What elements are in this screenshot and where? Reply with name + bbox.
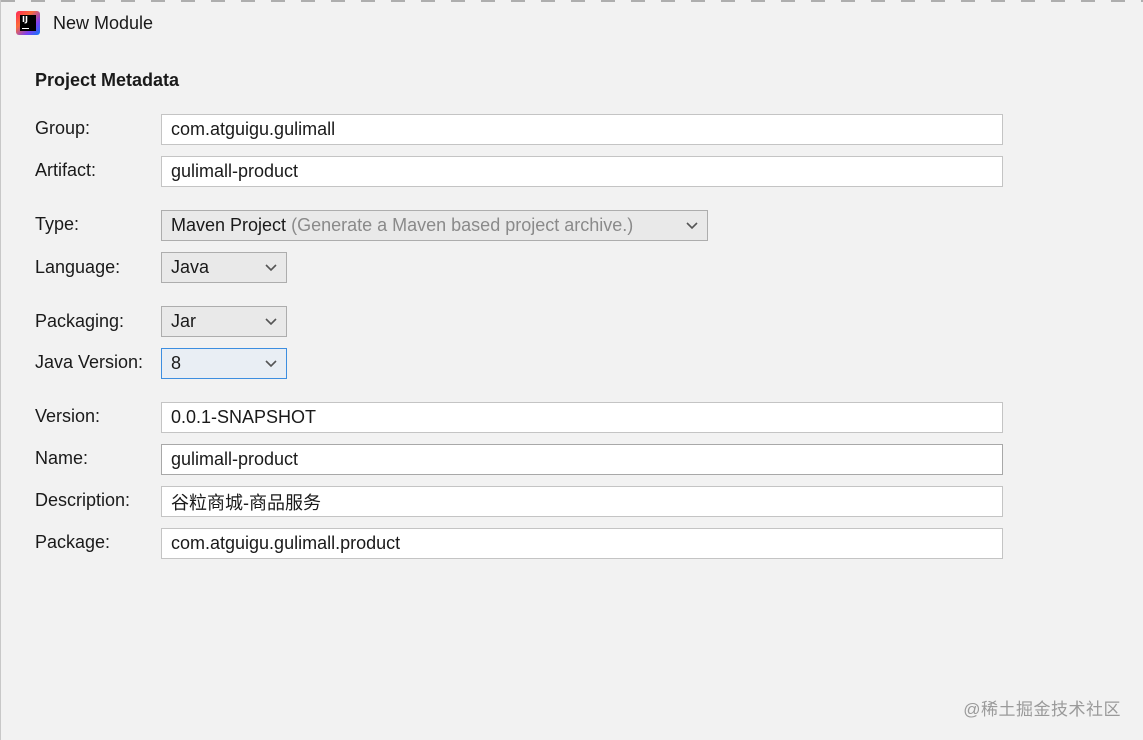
packaging-selected-value: Jar bbox=[171, 311, 197, 331]
package-input[interactable] bbox=[161, 528, 1003, 559]
description-label: Description: bbox=[35, 490, 131, 510]
section-title: Project Metadata bbox=[35, 70, 180, 90]
java-version-label: Java Version: bbox=[35, 352, 144, 372]
language-dropdown[interactable]: Java bbox=[161, 252, 287, 283]
java-version-dropdown[interactable]: 8 bbox=[161, 348, 287, 379]
type-selected-value: Maven Project bbox=[171, 215, 287, 235]
chevron-down-icon bbox=[265, 360, 277, 368]
java-version-selected-value: 8 bbox=[171, 353, 182, 373]
chevron-down-icon bbox=[265, 318, 277, 326]
name-input[interactable] bbox=[161, 444, 1003, 475]
type-hint: (Generate a Maven based project archive.… bbox=[291, 215, 634, 235]
window-title: New Module bbox=[53, 13, 154, 33]
title-bar: IJ New Module bbox=[1, 2, 1143, 46]
packaging-dropdown[interactable]: Jar bbox=[161, 306, 287, 337]
version-label: Version: bbox=[35, 406, 101, 426]
group-input[interactable] bbox=[161, 114, 1003, 145]
new-module-dialog: IJ New Module Project Metadata Group: Ar… bbox=[0, 0, 1143, 740]
language-selected-value: Java bbox=[171, 257, 210, 277]
description-input[interactable] bbox=[161, 486, 1003, 517]
chevron-down-icon bbox=[265, 264, 277, 272]
package-label: Package: bbox=[35, 532, 111, 552]
artifact-input[interactable] bbox=[161, 156, 1003, 187]
packaging-label: Packaging: bbox=[35, 311, 125, 331]
type-label: Type: bbox=[35, 214, 80, 234]
language-label: Language: bbox=[35, 257, 121, 277]
name-label: Name: bbox=[35, 448, 89, 468]
type-dropdown[interactable]: Maven Project (Generate a Maven based pr… bbox=[161, 210, 708, 241]
chevron-down-icon bbox=[686, 222, 698, 230]
artifact-label: Artifact: bbox=[35, 160, 97, 180]
watermark: @稀土掘金技术社区 bbox=[963, 700, 1121, 719]
group-label: Group: bbox=[35, 118, 91, 138]
intellij-idea-icon: IJ bbox=[16, 11, 40, 35]
version-input[interactable] bbox=[161, 402, 1003, 433]
